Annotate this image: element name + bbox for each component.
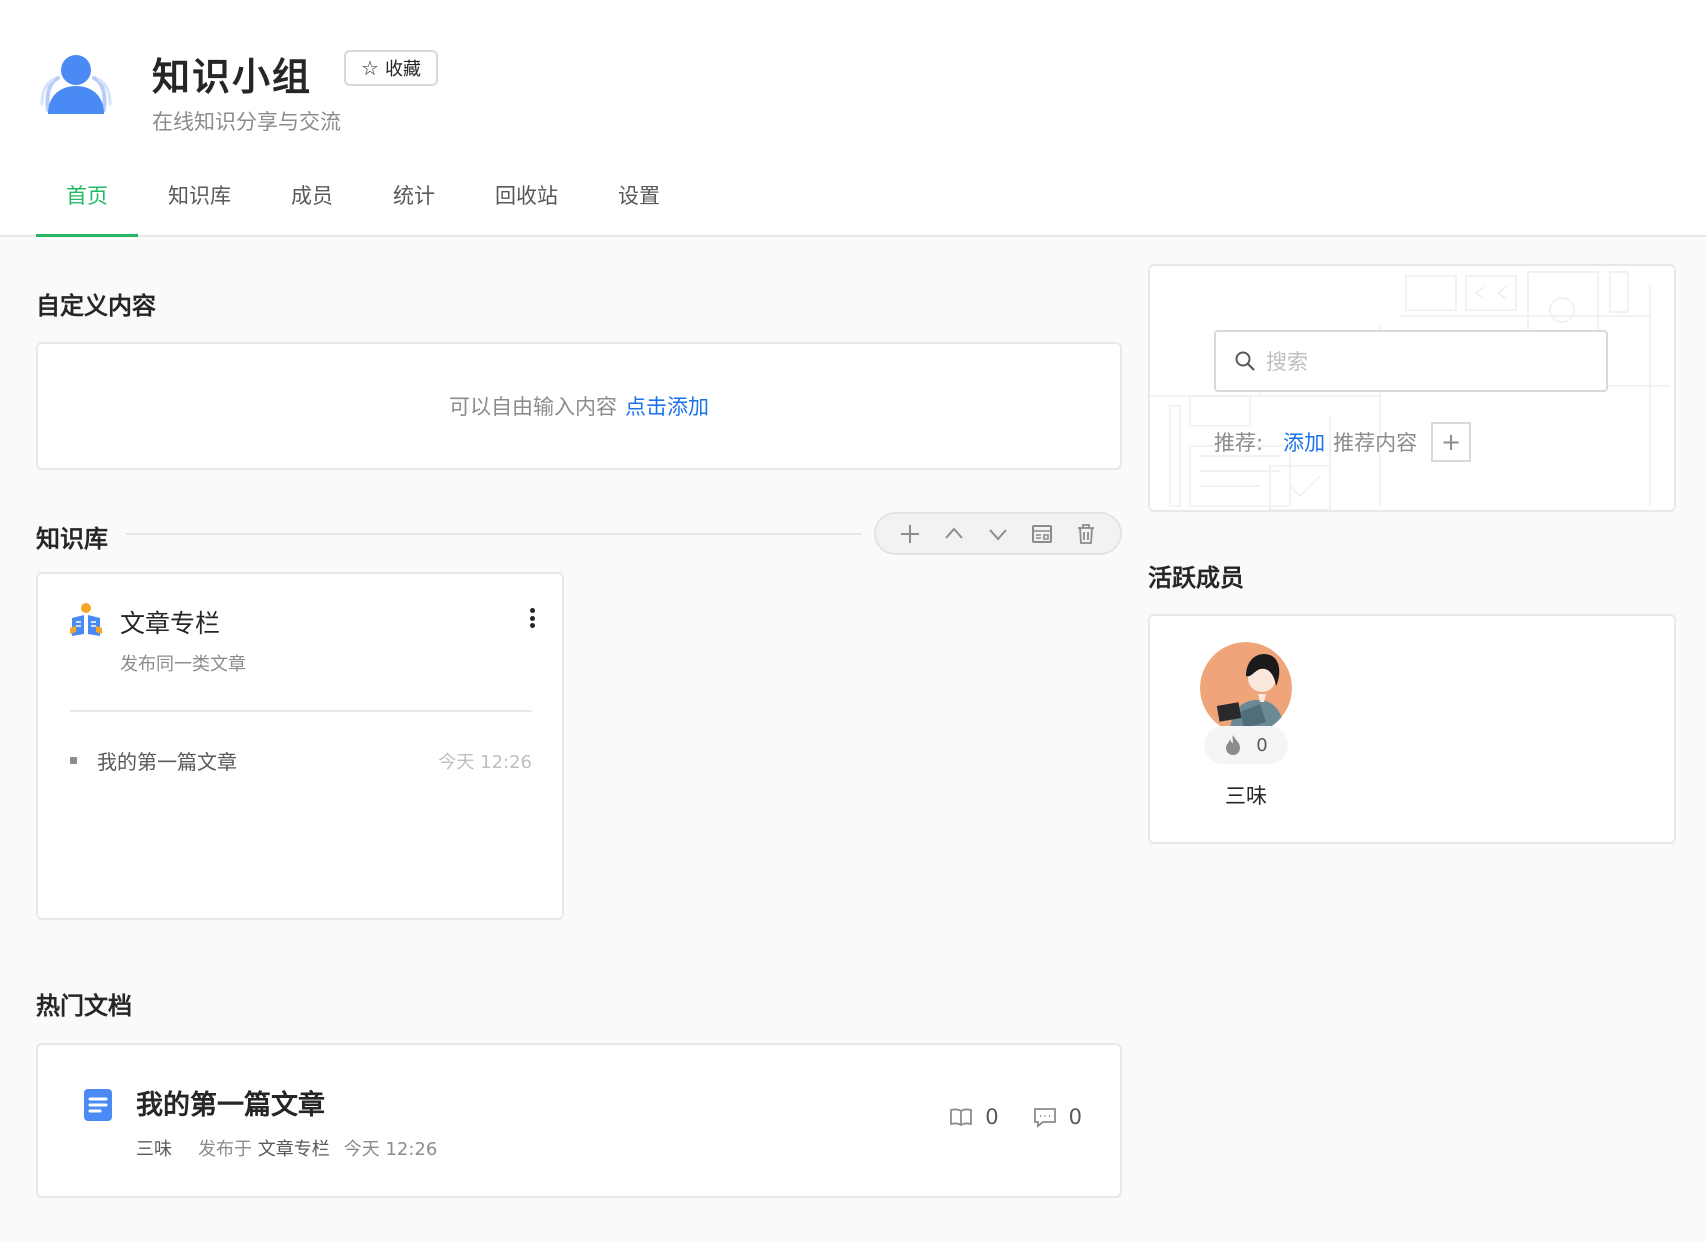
hot-doc-meta: 三味 发布于 文章专栏 今天 12:26	[136, 1135, 437, 1161]
search-card: 搜索 推荐: 添加 推荐内容 +	[1148, 264, 1676, 512]
section-divider	[126, 533, 862, 535]
custom-content-title: 自定义内容	[36, 292, 156, 320]
layout-icon[interactable]	[1028, 520, 1056, 548]
recommend-text: 推荐内容	[1333, 431, 1418, 455]
group-header: 知识小组 ☆ 收藏 在线知识分享与交流 首页 知识库 成员 统计 回收站 设置	[0, 0, 1706, 237]
tab-home[interactable]: 首页	[36, 180, 138, 237]
doc-title: 我的第一篇文章	[97, 750, 237, 774]
hot-doc-stats: 0 0	[949, 1105, 1082, 1129]
member-score: 0	[1256, 734, 1268, 756]
flame-icon	[1226, 735, 1241, 755]
favorite-label: 收藏	[384, 59, 421, 80]
search-icon	[1235, 351, 1255, 371]
tab-members[interactable]: 成员	[261, 180, 363, 237]
group-icon	[40, 55, 112, 114]
star-icon: ☆	[361, 56, 379, 80]
book-open-icon	[950, 1108, 973, 1127]
group-title: 知识小组	[152, 55, 313, 99]
recommend-row: 推荐: 添加 推荐内容 +	[1214, 422, 1472, 462]
custom-content-box: 可以自由输入内容 点击添加	[36, 342, 1122, 470]
trash-icon[interactable]	[1072, 520, 1100, 548]
recommend-label: 推荐:	[1214, 431, 1264, 455]
group-subtitle: 在线知识分享与交流	[152, 110, 341, 134]
plus-icon[interactable]	[896, 520, 924, 548]
hot-doc-author[interactable]: 三味	[136, 1135, 172, 1161]
custom-content-add-link[interactable]: 点击添加	[625, 391, 709, 421]
active-members-title: 活跃成员	[1148, 564, 1244, 592]
hot-docs-title: 热门文档	[36, 992, 132, 1020]
comment-icon	[1033, 1108, 1056, 1128]
favorite-button[interactable]: ☆ 收藏	[344, 50, 438, 86]
hot-doc-time: 今天 12:26	[343, 1139, 438, 1160]
reader-book-icon	[70, 603, 102, 636]
document-icon	[84, 1089, 112, 1121]
custom-content-hint: 可以自由输入内容	[449, 395, 617, 419]
doc-time: 今天 12:26	[438, 751, 532, 773]
member-name: 三味	[1225, 784, 1267, 808]
member-item[interactable]: 0 三味	[1200, 642, 1292, 810]
knowledge-base-toolbar	[874, 512, 1122, 555]
recommend-add-link[interactable]: 添加	[1283, 427, 1325, 457]
book-name: 文章专栏	[120, 609, 221, 638]
more-options-icon[interactable]	[524, 604, 540, 632]
list-item[interactable]: 我的第一篇文章 今天 12:26	[70, 746, 532, 775]
chevron-up-icon[interactable]	[940, 520, 968, 548]
tab-recycle-bin[interactable]: 回收站	[465, 180, 588, 237]
knowledge-book-card[interactable]: 文章专栏 发布同一类文章 我的第一篇文章 今天 12:26	[36, 572, 564, 920]
comment-count: 0	[1033, 1105, 1082, 1129]
chevron-down-icon[interactable]	[984, 520, 1012, 548]
bullet-icon	[70, 757, 77, 764]
hot-doc-title[interactable]: 我的第一篇文章	[136, 1083, 325, 1122]
tab-bar: 首页 知识库 成员 统计 回收站 设置	[36, 180, 690, 237]
hot-doc-card[interactable]: 我的第一篇文章 三味 发布于 文章专栏 今天 12:26 0 0	[36, 1043, 1122, 1198]
read-count: 0	[949, 1105, 999, 1129]
search-input[interactable]: 搜索	[1214, 330, 1608, 392]
active-members-card: 0 三味	[1148, 614, 1676, 844]
tab-knowledge-base[interactable]: 知识库	[138, 180, 261, 237]
book-divider	[70, 710, 532, 712]
tab-settings[interactable]: 设置	[588, 180, 690, 237]
tab-statistics[interactable]: 统计	[363, 180, 465, 237]
add-recommend-button[interactable]: +	[1431, 422, 1472, 462]
member-score-badge: 0	[1204, 726, 1288, 764]
search-placeholder: 搜索	[1266, 350, 1308, 374]
hot-doc-book[interactable]: 文章专栏	[258, 1139, 330, 1160]
book-description: 发布同一类文章	[120, 654, 246, 675]
published-in-label: 发布于	[198, 1139, 252, 1160]
knowledge-base-title: 知识库	[36, 525, 108, 553]
avatar[interactable]	[1200, 642, 1292, 734]
